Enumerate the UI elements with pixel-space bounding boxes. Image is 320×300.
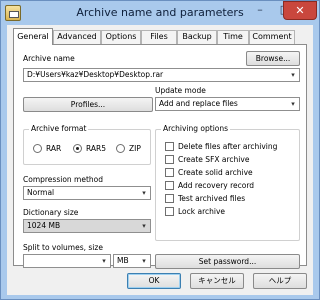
checkbox-delete-files[interactable] xyxy=(165,142,174,151)
close-button[interactable]: ✕ xyxy=(283,1,317,20)
split-volumes-label: Split to volumes, size xyxy=(23,243,103,252)
archive-format-title: Archive format xyxy=(29,124,89,133)
tab-time[interactable]: Time xyxy=(217,30,249,44)
radio-rar-label[interactable]: RAR xyxy=(46,144,61,153)
chevron-down-icon[interactable]: ▾ xyxy=(138,255,150,267)
update-mode-label: Update mode xyxy=(155,86,206,95)
chevron-down-icon[interactable]: ▾ xyxy=(287,69,299,81)
tab-files[interactable]: Files xyxy=(141,30,177,44)
radio-zip-label[interactable]: ZIP xyxy=(129,144,141,153)
update-mode-value: Add and replace files xyxy=(159,99,238,108)
checkbox-create-sfx-label[interactable]: Create SFX archive xyxy=(178,155,249,164)
checkbox-test-files-label[interactable]: Test archived files xyxy=(178,194,245,203)
chevron-down-icon[interactable]: ▾ xyxy=(98,255,110,267)
update-mode-select[interactable]: Add and replace files ▾ xyxy=(155,97,300,111)
dictionary-size-label: Dictionary size xyxy=(23,208,79,217)
tab-general[interactable]: General xyxy=(13,28,53,45)
archive-format-group: Archive format RAR RAR5 ZIP xyxy=(23,124,151,165)
tab-options[interactable]: Options xyxy=(101,30,141,44)
radio-rar5-label[interactable]: RAR5 xyxy=(86,144,106,153)
checkbox-delete-files-label[interactable]: Delete files after archiving xyxy=(178,142,277,151)
archiving-options-title: Archiving options xyxy=(161,124,231,133)
archive-name-value: D:¥Users¥kaz¥Desktop¥Desktop.rar xyxy=(27,70,164,79)
ok-button[interactable]: OK xyxy=(127,273,181,289)
help-button[interactable]: ヘルプ xyxy=(253,273,307,289)
split-unit-select[interactable]: MB ▾ xyxy=(113,254,151,268)
title-bar[interactable]: Archive name and parameters – □ ✕ xyxy=(1,1,319,25)
browse-button[interactable]: Browse... xyxy=(246,51,300,66)
compression-method-label: Compression method xyxy=(23,175,104,184)
general-panel: Archive name Browse... D:¥Users¥kaz¥Desk… xyxy=(13,44,307,269)
radio-rar5[interactable] xyxy=(73,144,82,153)
checkbox-lock-archive-label[interactable]: Lock archive xyxy=(178,207,225,216)
profiles-button[interactable]: Profiles... xyxy=(23,97,153,112)
checkbox-recovery-record-label[interactable]: Add recovery record xyxy=(178,181,254,190)
tab-advanced[interactable]: Advanced xyxy=(53,30,101,44)
set-password-button[interactable]: Set password... xyxy=(155,254,300,269)
archive-name-label: Archive name xyxy=(23,54,75,63)
chevron-down-icon[interactable]: ▾ xyxy=(138,220,150,232)
split-unit-value: MB xyxy=(117,256,129,265)
dictionary-size-select[interactable]: 1024 MB ▾ xyxy=(23,219,151,233)
checkbox-create-solid-label[interactable]: Create solid archive xyxy=(178,168,253,177)
chevron-down-icon[interactable]: ▾ xyxy=(138,187,150,199)
compression-method-select[interactable]: Normal ▾ xyxy=(23,186,151,200)
archive-name-input[interactable]: D:¥Users¥kaz¥Desktop¥Desktop.rar ▾ xyxy=(23,68,300,82)
checkbox-lock-archive[interactable] xyxy=(165,207,174,216)
cancel-button[interactable]: キャンセル xyxy=(190,273,244,289)
checkbox-create-solid[interactable] xyxy=(165,168,174,177)
dialog-window: Archive name and parameters – □ ✕ Genera… xyxy=(0,0,320,300)
chevron-down-icon[interactable]: ▾ xyxy=(287,98,299,110)
checkbox-create-sfx[interactable] xyxy=(165,155,174,164)
checkbox-test-files[interactable] xyxy=(165,194,174,203)
minimize-button[interactable]: – xyxy=(247,1,273,20)
checkbox-recovery-record[interactable] xyxy=(165,181,174,190)
radio-rar[interactable] xyxy=(33,144,42,153)
radio-zip[interactable] xyxy=(116,144,125,153)
split-volumes-input[interactable]: ▾ xyxy=(23,254,111,268)
tab-backup[interactable]: Backup xyxy=(177,30,217,44)
archiving-options-group: Archiving options Delete files after arc… xyxy=(155,124,300,241)
compression-method-value: Normal xyxy=(27,188,55,197)
dictionary-size-value: 1024 MB xyxy=(27,221,61,230)
dialog-client: General Advanced Options Files Backup Ti… xyxy=(7,25,313,295)
tab-comment[interactable]: Comment xyxy=(249,30,295,44)
